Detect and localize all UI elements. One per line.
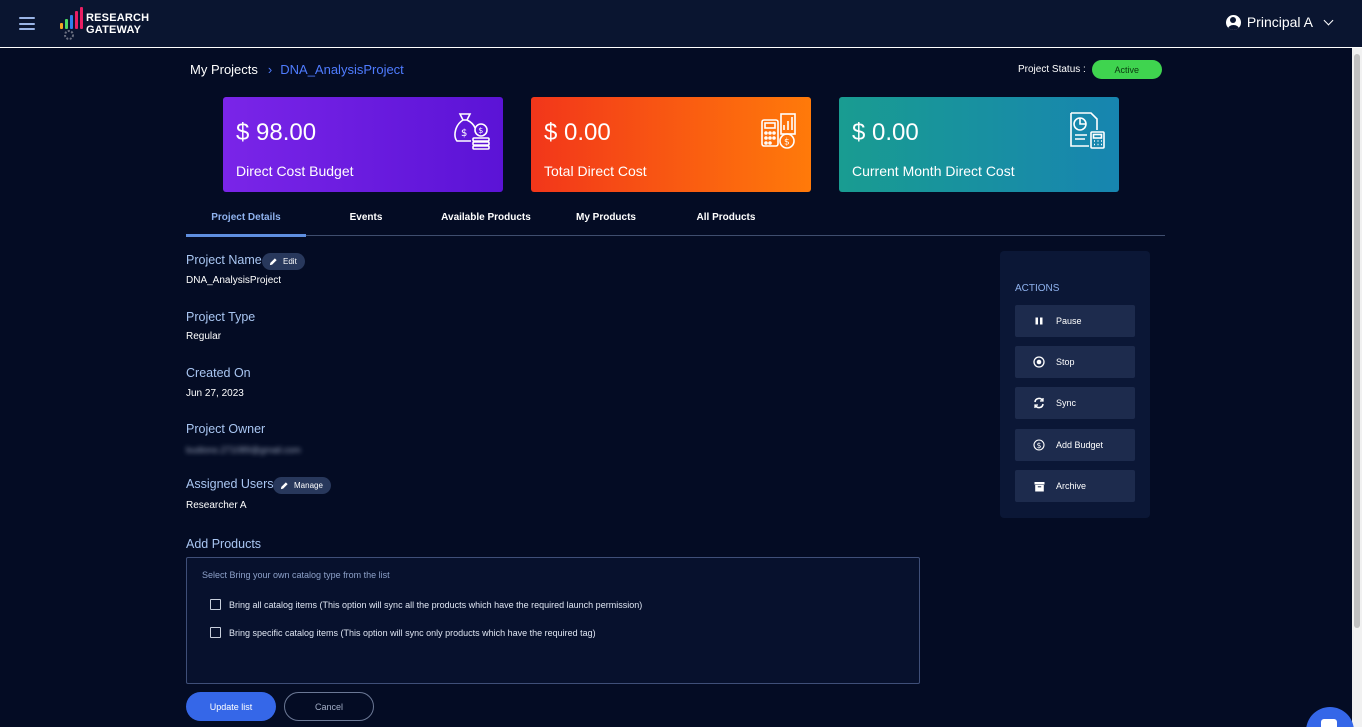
stop-circle-icon [1033, 356, 1045, 368]
project-owner-label: Project Owner [186, 422, 266, 436]
top-navbar: RESEARCH GATEWAY Principal A [0, 0, 1362, 48]
svg-text:$: $ [461, 128, 467, 139]
logo-text: RESEARCH GATEWAY [86, 12, 149, 36]
add-budget-label: Add Budget [1056, 440, 1104, 450]
archive-icon [1033, 480, 1045, 492]
cancel-button[interactable]: Cancel [284, 692, 374, 721]
logo-line-1: RESEARCH [86, 12, 150, 24]
tab-available-products[interactable]: Available Products [426, 206, 546, 235]
add-products-label: Add Products [186, 537, 262, 551]
assigned-users-value: Researcher A [186, 500, 247, 511]
edit-project-name-button[interactable]: Edit [262, 253, 305, 270]
money-bag-coins-icon: $ $ [454, 113, 490, 150]
user-avatar-icon [1225, 14, 1241, 30]
actions-title: ACTIONS [1015, 283, 1060, 294]
svg-text:$: $ [478, 126, 483, 135]
stop-label: Stop [1056, 357, 1075, 367]
add-budget-button[interactable]: $ Add Budget [1015, 429, 1135, 461]
logo-bars-icon [58, 7, 84, 41]
bring-all-catalog-checkbox[interactable] [210, 599, 221, 610]
created-on-value: Jun 27, 2023 [186, 388, 244, 399]
scrollbar-thumb[interactable] [1354, 54, 1360, 628]
research-gateway-logo[interactable]: RESEARCH GATEWAY [58, 7, 149, 41]
bring-specific-catalog-checkbox[interactable] [210, 627, 221, 638]
manage-users-button[interactable]: Manage [273, 477, 331, 494]
calculator-coin-icon: $ [761, 113, 796, 149]
assigned-users-label: Assigned Users [186, 477, 274, 491]
pause-icon [1033, 315, 1045, 327]
tab-all-products[interactable]: All Products [666, 206, 786, 235]
project-name-label: Project Name [186, 253, 262, 267]
logo-line-2: GATEWAY [86, 24, 142, 36]
add-products-panel: Select Bring your own catalog type from … [186, 557, 920, 684]
pencil-icon [280, 482, 288, 490]
bring-specific-catalog-option[interactable]: Bring specific catalog items (This optio… [210, 627, 596, 638]
total-direct-cost-card: $ 0.00 Total Direct Cost $ [531, 97, 811, 192]
svg-text:$: $ [784, 138, 790, 148]
tab-project-details[interactable]: Project Details [186, 206, 306, 237]
project-name-value: DNA_AnalysisProject [186, 275, 282, 286]
breadcrumb-current-project[interactable]: DNA_AnalysisProject [280, 62, 404, 77]
pause-label: Pause [1056, 316, 1082, 326]
tab-events[interactable]: Events [306, 206, 426, 235]
project-tabs: Project Details Events Available Product… [186, 206, 1165, 237]
dollar-circle-icon: $ [1033, 439, 1045, 451]
svg-text:$: $ [1037, 441, 1042, 450]
created-on-label: Created On [186, 366, 251, 380]
current-month-direct-cost-card: $ 0.00 Current Month Direct Cost [839, 97, 1119, 192]
project-status-label: Project Status : [1018, 64, 1086, 75]
pause-button[interactable]: Pause [1015, 305, 1135, 337]
archive-button[interactable]: Archive [1015, 470, 1135, 502]
card-label: Direct Cost Budget [236, 163, 354, 179]
update-list-button[interactable]: Update list [186, 692, 276, 721]
manage-label: Manage [294, 481, 323, 490]
card-label: Total Direct Cost [544, 163, 647, 179]
user-name: Principal A [1246, 14, 1313, 30]
direct-cost-budget-card: $ 98.00 Direct Cost Budget $ $ [223, 97, 503, 192]
breadcrumb-my-projects[interactable]: My Projects [190, 62, 258, 77]
page-scrollbar[interactable] [1352, 48, 1362, 727]
breadcrumb-separator: › [267, 62, 273, 77]
stop-button[interactable]: Stop [1015, 346, 1135, 378]
bring-all-catalog-label: Bring all catalog items (This option wil… [229, 599, 643, 610]
project-type-label: Project Type [186, 310, 256, 324]
sync-label: Sync [1056, 398, 1077, 408]
archive-label: Archive [1056, 481, 1087, 491]
breadcrumb: My Projects › DNA_AnalysisProject [190, 62, 404, 77]
project-owner-value: budiono.271089@gmail.com [186, 445, 301, 455]
project-type-value: Regular [186, 331, 222, 342]
bring-specific-catalog-label: Bring specific catalog items (This optio… [229, 627, 596, 638]
edit-label: Edit [283, 257, 297, 266]
tab-my-products[interactable]: My Products [546, 206, 666, 235]
sync-button[interactable]: Sync [1015, 387, 1135, 419]
chat-widget-button[interactable] [1306, 707, 1354, 727]
catalog-type-hint: Select Bring your own catalog type from … [202, 570, 390, 580]
card-label: Current Month Direct Cost [852, 163, 1015, 179]
report-calculator-icon [1070, 112, 1105, 149]
chevron-down-icon [1323, 15, 1334, 25]
project-status: Project Status : Active [1018, 60, 1162, 79]
actions-panel: ACTIONS Pause Stop Sync $ Add Budget Arc… [1000, 251, 1150, 518]
user-menu[interactable]: Principal A [1225, 14, 1334, 30]
sync-icon [1033, 397, 1045, 409]
bring-all-catalog-option[interactable]: Bring all catalog items (This option wil… [210, 599, 642, 610]
pencil-icon [269, 258, 277, 266]
status-badge: Active [1091, 60, 1162, 79]
hamburger-menu-icon[interactable] [19, 17, 35, 30]
